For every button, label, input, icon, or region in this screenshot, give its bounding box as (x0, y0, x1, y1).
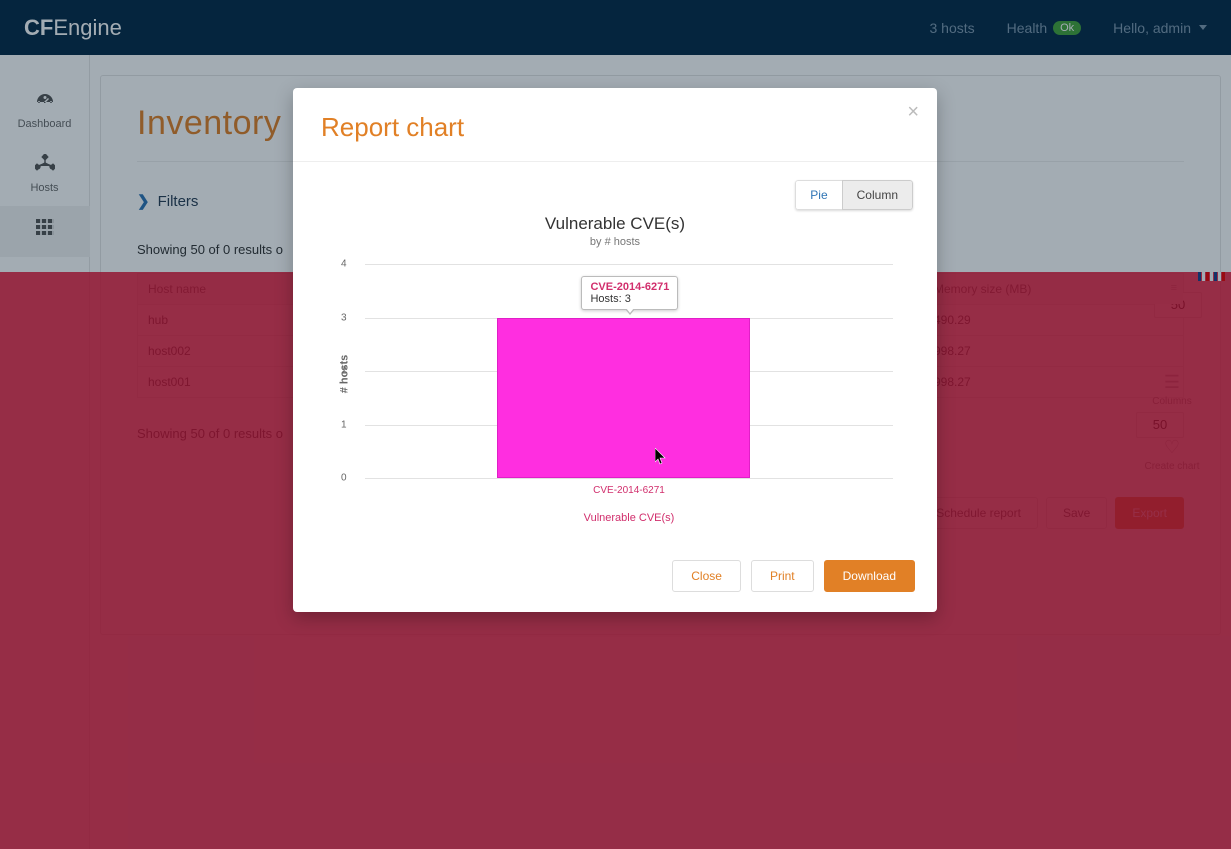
y-tick: 4 (341, 259, 347, 270)
print-button[interactable]: Print (751, 560, 814, 592)
chart-type-pie[interactable]: Pie (795, 180, 841, 210)
chart-subtitle: by # hosts (317, 236, 913, 248)
close-button[interactable]: Close (672, 560, 741, 592)
y-tick: 1 (341, 419, 347, 430)
x-axis-label: Vulnerable CVE(s) (365, 512, 893, 524)
close-icon[interactable]: × (907, 102, 919, 122)
chart-title: Vulnerable CVE(s) (317, 214, 913, 234)
modal-title: Report chart (321, 112, 909, 143)
chart-tooltip: CVE-2014-6271Hosts: 3 (581, 276, 678, 310)
y-tick: 3 (341, 312, 347, 323)
chart-type-column[interactable]: Column (842, 180, 913, 210)
modal-footer: Close Print Download (293, 546, 937, 612)
chart-type-toggle: Pie Column (795, 180, 913, 210)
report-chart-modal: × Report chart Pie Column Vulnerable CVE… (293, 88, 937, 612)
x-tick-label: CVE-2014-6271 (365, 485, 893, 496)
y-tick: 2 (341, 366, 347, 377)
chart-bar[interactable] (497, 318, 750, 479)
y-tick: 0 (341, 473, 347, 484)
chart-canvas: # hosts 01234CVE-2014-6271CVE-2014-6271H… (365, 258, 893, 490)
download-button[interactable]: Download (824, 560, 915, 592)
